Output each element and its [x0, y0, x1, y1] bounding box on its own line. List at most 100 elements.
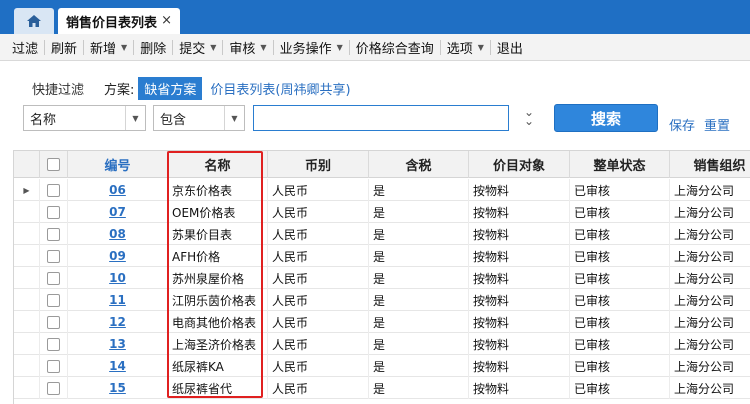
- row-checkbox[interactable]: [47, 337, 60, 351]
- table-row[interactable]: 13 上海圣济价格表 人民币是按物料 已审核 上海分公司: [14, 333, 750, 355]
- toolbar-item-1[interactable]: 刷新: [45, 34, 83, 61]
- row-cell-3: 是: [369, 223, 469, 245]
- row-cell-3: 是: [369, 245, 469, 267]
- column-header-2[interactable]: 币别: [268, 151, 369, 178]
- close-icon[interactable]: ×: [161, 13, 172, 28]
- row-pointer-icon: [14, 289, 40, 311]
- row-cell-5: 已审核: [570, 245, 670, 267]
- row-cell-1: 江阴乐茵价格表: [168, 289, 268, 311]
- toolbar-item-8[interactable]: 选项 ▼: [441, 34, 490, 61]
- table-row[interactable]: 14 纸尿裤KA 人民币是按物料 已审核 上海分公司: [14, 355, 750, 377]
- row-code-link[interactable]: 10: [68, 267, 168, 289]
- table-row[interactable]: 07 OEM价格表 人民币是按物料 已审核 上海分公司: [14, 201, 750, 223]
- row-checkbox[interactable]: [47, 359, 60, 373]
- column-header-5[interactable]: 整单状态: [570, 151, 670, 178]
- toolbar-item-7[interactable]: 价格综合查询: [350, 34, 440, 61]
- toolbar-item-9[interactable]: 退出: [491, 34, 529, 61]
- row-cell-1: 京东价格表: [168, 179, 268, 201]
- toolbar-item-3[interactable]: 删除: [134, 34, 172, 61]
- row-select-cell[interactable]: [40, 201, 68, 223]
- row-cell-3: 是: [369, 179, 469, 201]
- table-row[interactable]: ▶ 06 京东价格表 人民币是按物料 已审核 上海分公司: [14, 179, 750, 201]
- toolbar-item-5[interactable]: 审核 ▼: [223, 34, 272, 61]
- column-header-4[interactable]: 价目对象: [469, 151, 570, 178]
- expand-double-chevron-icon[interactable]: ⌄ ⌄: [522, 106, 536, 127]
- row-cell-2: 人民币: [268, 179, 369, 201]
- row-cell-3: 是: [369, 201, 469, 223]
- row-checkbox[interactable]: [47, 271, 60, 285]
- header-select-all[interactable]: [40, 151, 68, 178]
- row-select-cell[interactable]: [40, 333, 68, 355]
- row-checkbox[interactable]: [47, 381, 60, 395]
- row-cell-3: 是: [369, 289, 469, 311]
- chevron-down-icon[interactable]: ▼: [224, 106, 244, 130]
- row-checkbox[interactable]: [47, 315, 60, 329]
- scheme-default-button[interactable]: 缺省方案: [138, 76, 203, 100]
- home-icon: [27, 15, 41, 27]
- row-checkbox[interactable]: [47, 183, 60, 197]
- row-checkbox[interactable]: [47, 293, 60, 307]
- row-cell-5: 已审核: [570, 311, 670, 333]
- row-select-cell[interactable]: [40, 355, 68, 377]
- row-code-link[interactable]: 07: [68, 201, 168, 223]
- row-select-cell[interactable]: [40, 245, 68, 267]
- row-select-cell[interactable]: [40, 289, 68, 311]
- row-checkbox[interactable]: [47, 249, 60, 263]
- row-code-link[interactable]: 15: [68, 377, 168, 399]
- column-header-6[interactable]: 销售组织: [670, 151, 750, 178]
- row-cell-6: 上海分公司: [670, 377, 750, 399]
- row-cell-5: 已审核: [570, 355, 670, 377]
- scheme-label: 方案:: [104, 82, 135, 98]
- table-row[interactable]: 09 AFH价格 人民币是按物料 已审核 上海分公司: [14, 245, 750, 267]
- scheme-shared-link[interactable]: 价目表列表(周祎卿共享): [210, 79, 350, 98]
- row-cell-2: 人民币: [268, 201, 369, 223]
- table-row[interactable]: 10 苏州泉屋价格 人民币是按物料 已审核 上海分公司: [14, 267, 750, 289]
- search-button[interactable]: 搜索: [554, 104, 658, 132]
- select-all-checkbox[interactable]: [47, 158, 60, 171]
- chevron-down-icon: ▼: [210, 42, 217, 52]
- row-cell-4: 按物料: [469, 377, 570, 399]
- row-cell-5: 已审核: [570, 179, 670, 201]
- row-code-link[interactable]: 08: [68, 223, 168, 245]
- row-select-cell[interactable]: [40, 223, 68, 245]
- toolbar-item-6[interactable]: 业务操作 ▼: [274, 34, 349, 61]
- table-row[interactable]: 11 江阴乐茵价格表 人民币是按物料 已审核 上海分公司: [14, 289, 750, 311]
- save-link[interactable]: 保存: [669, 115, 695, 134]
- row-code-link[interactable]: 12: [68, 311, 168, 333]
- column-header-1[interactable]: 名称: [168, 151, 268, 178]
- chevron-down-icon: ▼: [260, 42, 267, 52]
- header-row-indicator: [14, 151, 40, 178]
- chevron-down-icon: ▼: [336, 42, 343, 52]
- toolbar-item-0[interactable]: 过滤: [6, 34, 44, 61]
- row-select-cell[interactable]: [40, 179, 68, 201]
- row-code-link[interactable]: 11: [68, 289, 168, 311]
- filter-operator-select[interactable]: 包含 ▼: [153, 105, 245, 131]
- table-row[interactable]: 12 电商其他价格表 人民币是按物料 已审核 上海分公司: [14, 311, 750, 333]
- row-cell-4: 按物料: [469, 179, 570, 201]
- row-select-cell[interactable]: [40, 267, 68, 289]
- tab-sales-price-list[interactable]: 销售价目表列表 ×: [58, 8, 180, 34]
- reset-link[interactable]: 重置: [704, 115, 730, 134]
- row-code-link[interactable]: 13: [68, 333, 168, 355]
- row-code-link[interactable]: 14: [68, 355, 168, 377]
- row-checkbox[interactable]: [47, 227, 60, 241]
- column-header-3[interactable]: 含税: [369, 151, 469, 178]
- toolbar-item-4[interactable]: 提交 ▼: [173, 34, 222, 61]
- column-header-0[interactable]: 编号: [68, 151, 168, 178]
- toolbar-item-2[interactable]: 新增 ▼: [84, 34, 133, 61]
- row-select-cell[interactable]: [40, 377, 68, 399]
- table-row[interactable]: 08 苏果价目表 人民币是按物料 已审核 上海分公司: [14, 223, 750, 245]
- row-code-link[interactable]: 06: [68, 179, 168, 201]
- row-select-cell[interactable]: [40, 311, 68, 333]
- toolbar-item-label: 业务操作: [279, 41, 332, 57]
- home-tab[interactable]: [14, 8, 54, 34]
- filter-field-select[interactable]: 名称 ▼: [23, 105, 146, 131]
- chevron-down-icon[interactable]: ▼: [125, 106, 145, 130]
- filter-value-input[interactable]: [253, 105, 509, 131]
- row-code-link[interactable]: 09: [68, 245, 168, 267]
- row-cell-2: 人民币: [268, 355, 369, 377]
- table-row[interactable]: 15 纸尿裤省代 人民币是按物料 已审核 上海分公司: [14, 377, 750, 399]
- toolbar-item-label: 新增: [90, 41, 117, 57]
- row-checkbox[interactable]: [47, 205, 60, 219]
- row-cell-6: 上海分公司: [670, 333, 750, 355]
